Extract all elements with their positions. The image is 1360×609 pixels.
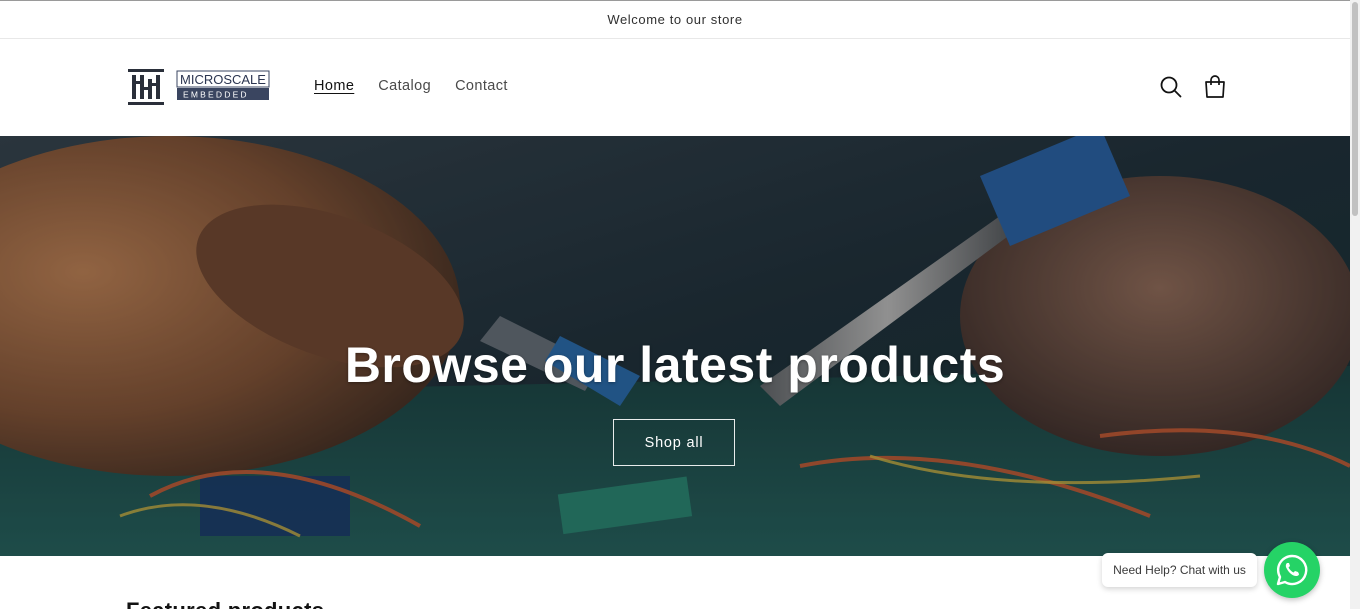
- cart-button[interactable]: [1201, 73, 1229, 101]
- cart-icon: [1205, 75, 1225, 98]
- site-header: MICROSCALE EMBEDDED Home Catalog Contact: [0, 39, 1350, 136]
- shop-all-button[interactable]: Shop all: [613, 419, 735, 466]
- svg-text:EMBEDDED: EMBEDDED: [183, 90, 249, 100]
- whatsapp-chat-button[interactable]: [1264, 542, 1320, 598]
- scrollbar-thumb[interactable]: [1352, 2, 1358, 216]
- chat-help-text: Need Help? Chat with us: [1113, 563, 1246, 577]
- nav-contact[interactable]: Contact: [455, 78, 508, 94]
- nav-home[interactable]: Home: [314, 78, 354, 94]
- nav-catalog[interactable]: Catalog: [378, 78, 431, 94]
- announcement-text: Welcome to our store: [607, 12, 743, 27]
- search-button[interactable]: [1157, 73, 1185, 101]
- hero-title: Browse our latest products: [344, 337, 1006, 393]
- whatsapp-icon: [1276, 554, 1308, 586]
- chat-help-bubble[interactable]: Need Help? Chat with us: [1102, 553, 1257, 587]
- svg-text:MICROSCALE: MICROSCALE: [180, 72, 266, 87]
- announcement-bar: Welcome to our store: [0, 1, 1350, 39]
- hero-banner: Browse our latest products Shop all: [0, 136, 1350, 556]
- search-icon: [1160, 76, 1182, 98]
- store-logo[interactable]: MICROSCALE EMBEDDED: [126, 67, 272, 107]
- main-nav: Home Catalog Contact: [314, 78, 508, 94]
- featured-products-heading: Featured products: [126, 598, 324, 609]
